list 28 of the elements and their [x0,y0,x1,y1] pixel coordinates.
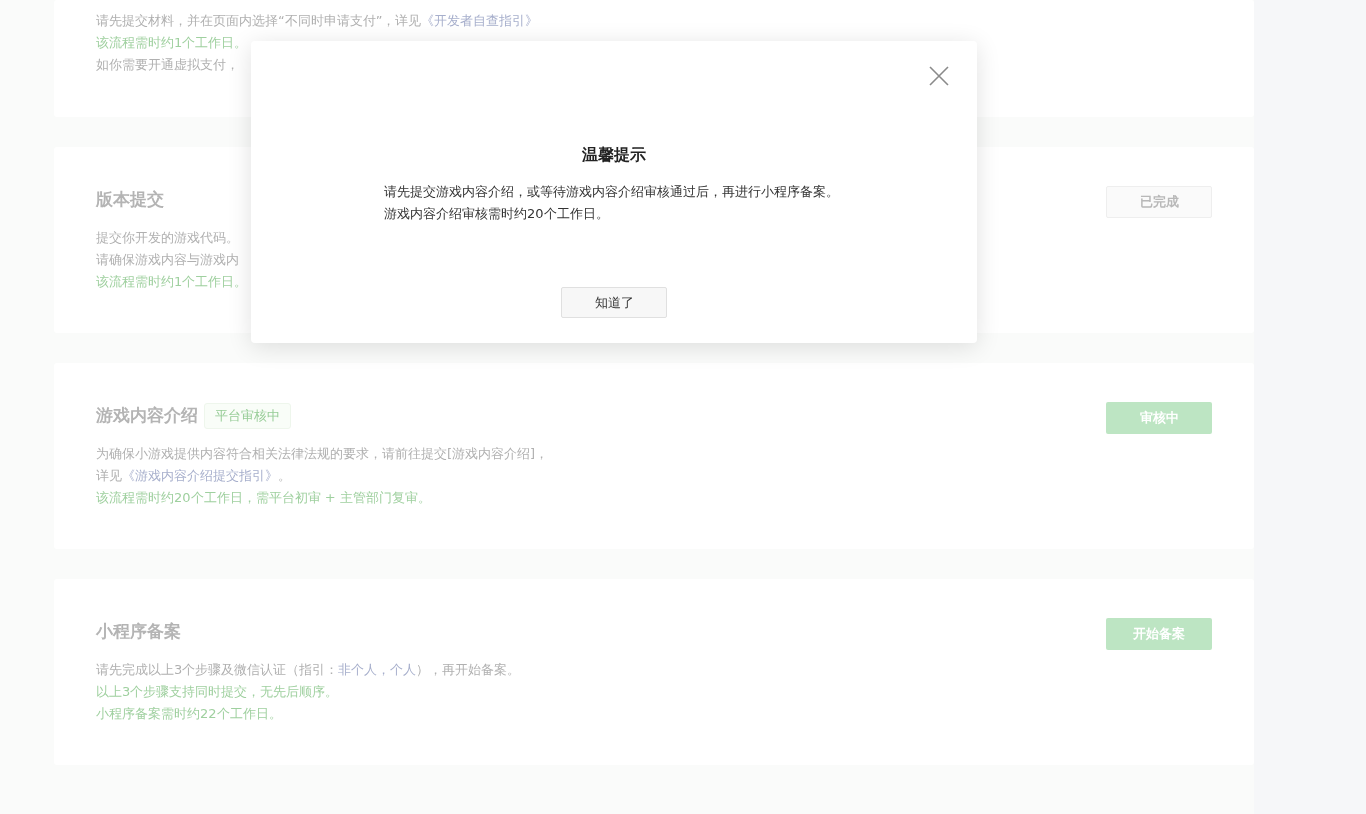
dialog-message: 游戏内容介绍审核需时约20个工作日。 [384,205,610,223]
description-text: 为确保小游戏提供内容符合相关法律法规的要求，请前往提交[游戏内容介绍]， [96,445,550,463]
description-text: 以上3个步骤支持同时提交，无先后顺序。 [96,683,340,701]
card-title: 版本提交 [96,188,164,212]
link[interactable]: 《开发者自查指引》 [421,13,539,28]
close-icon[interactable] [929,66,949,86]
description-text: 请先提交材料，并在页面内选择“不同时申请支付”，详见《开发者自查指引》 [96,12,540,30]
action-button[interactable]: 开始备案 [1106,618,1212,650]
action-button[interactable]: 审核中 [1106,402,1212,434]
description-text: 该流程需时约1个工作日。 [96,34,249,52]
description-text: 请先完成以上3个步骤及微信认证（指引：非个人，个人），再开始备案。 [96,661,522,679]
description-text: 小程序备案需时约22个工作日。 [96,705,283,723]
acknowledge-button[interactable]: 知道了 [561,287,667,318]
dialog-message: 请先提交游戏内容介绍，或等待游戏内容介绍审核通过后，再进行小程序备案。 [384,183,840,201]
description-text: 该流程需时约20个工作日，需平台初审 + 主管部门复审。 [96,489,432,507]
dialog-title: 温馨提示 [582,144,646,166]
card-title: 游戏内容介绍 [96,404,198,428]
card-title: 小程序备案 [96,620,181,644]
link[interactable]: 个人 [390,662,417,677]
description-text: 详见《游戏内容介绍提交指引》。 [96,467,292,485]
description-text: 该流程需时约1个工作日。 [96,273,249,291]
description-text: 请确保游戏内容与游戏内 [96,251,240,269]
link[interactable]: 非个人， [338,662,391,677]
status-badge: 平台审核中 [204,403,291,429]
description-text: 提交你开发的游戏代码。 [96,229,240,247]
description-text: 如你需要开通虚拟支付， [96,56,240,74]
link[interactable]: 《游戏内容介绍提交指引》 [122,468,278,483]
action-button[interactable]: 已完成 [1106,186,1212,218]
